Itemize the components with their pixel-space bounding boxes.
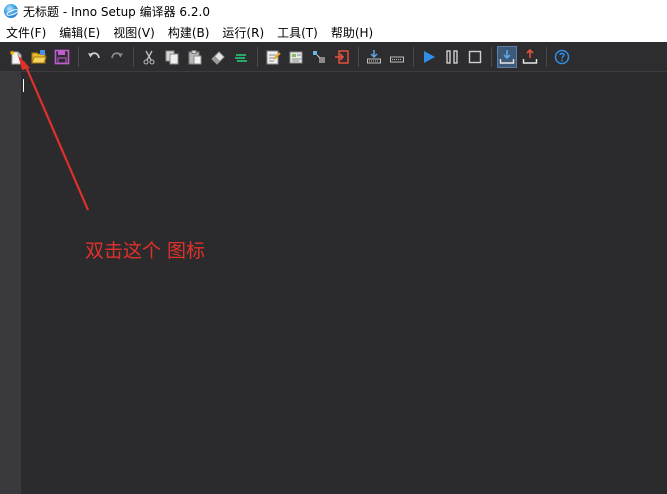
annotation-label: 双击这个 图标: [85, 240, 206, 262]
